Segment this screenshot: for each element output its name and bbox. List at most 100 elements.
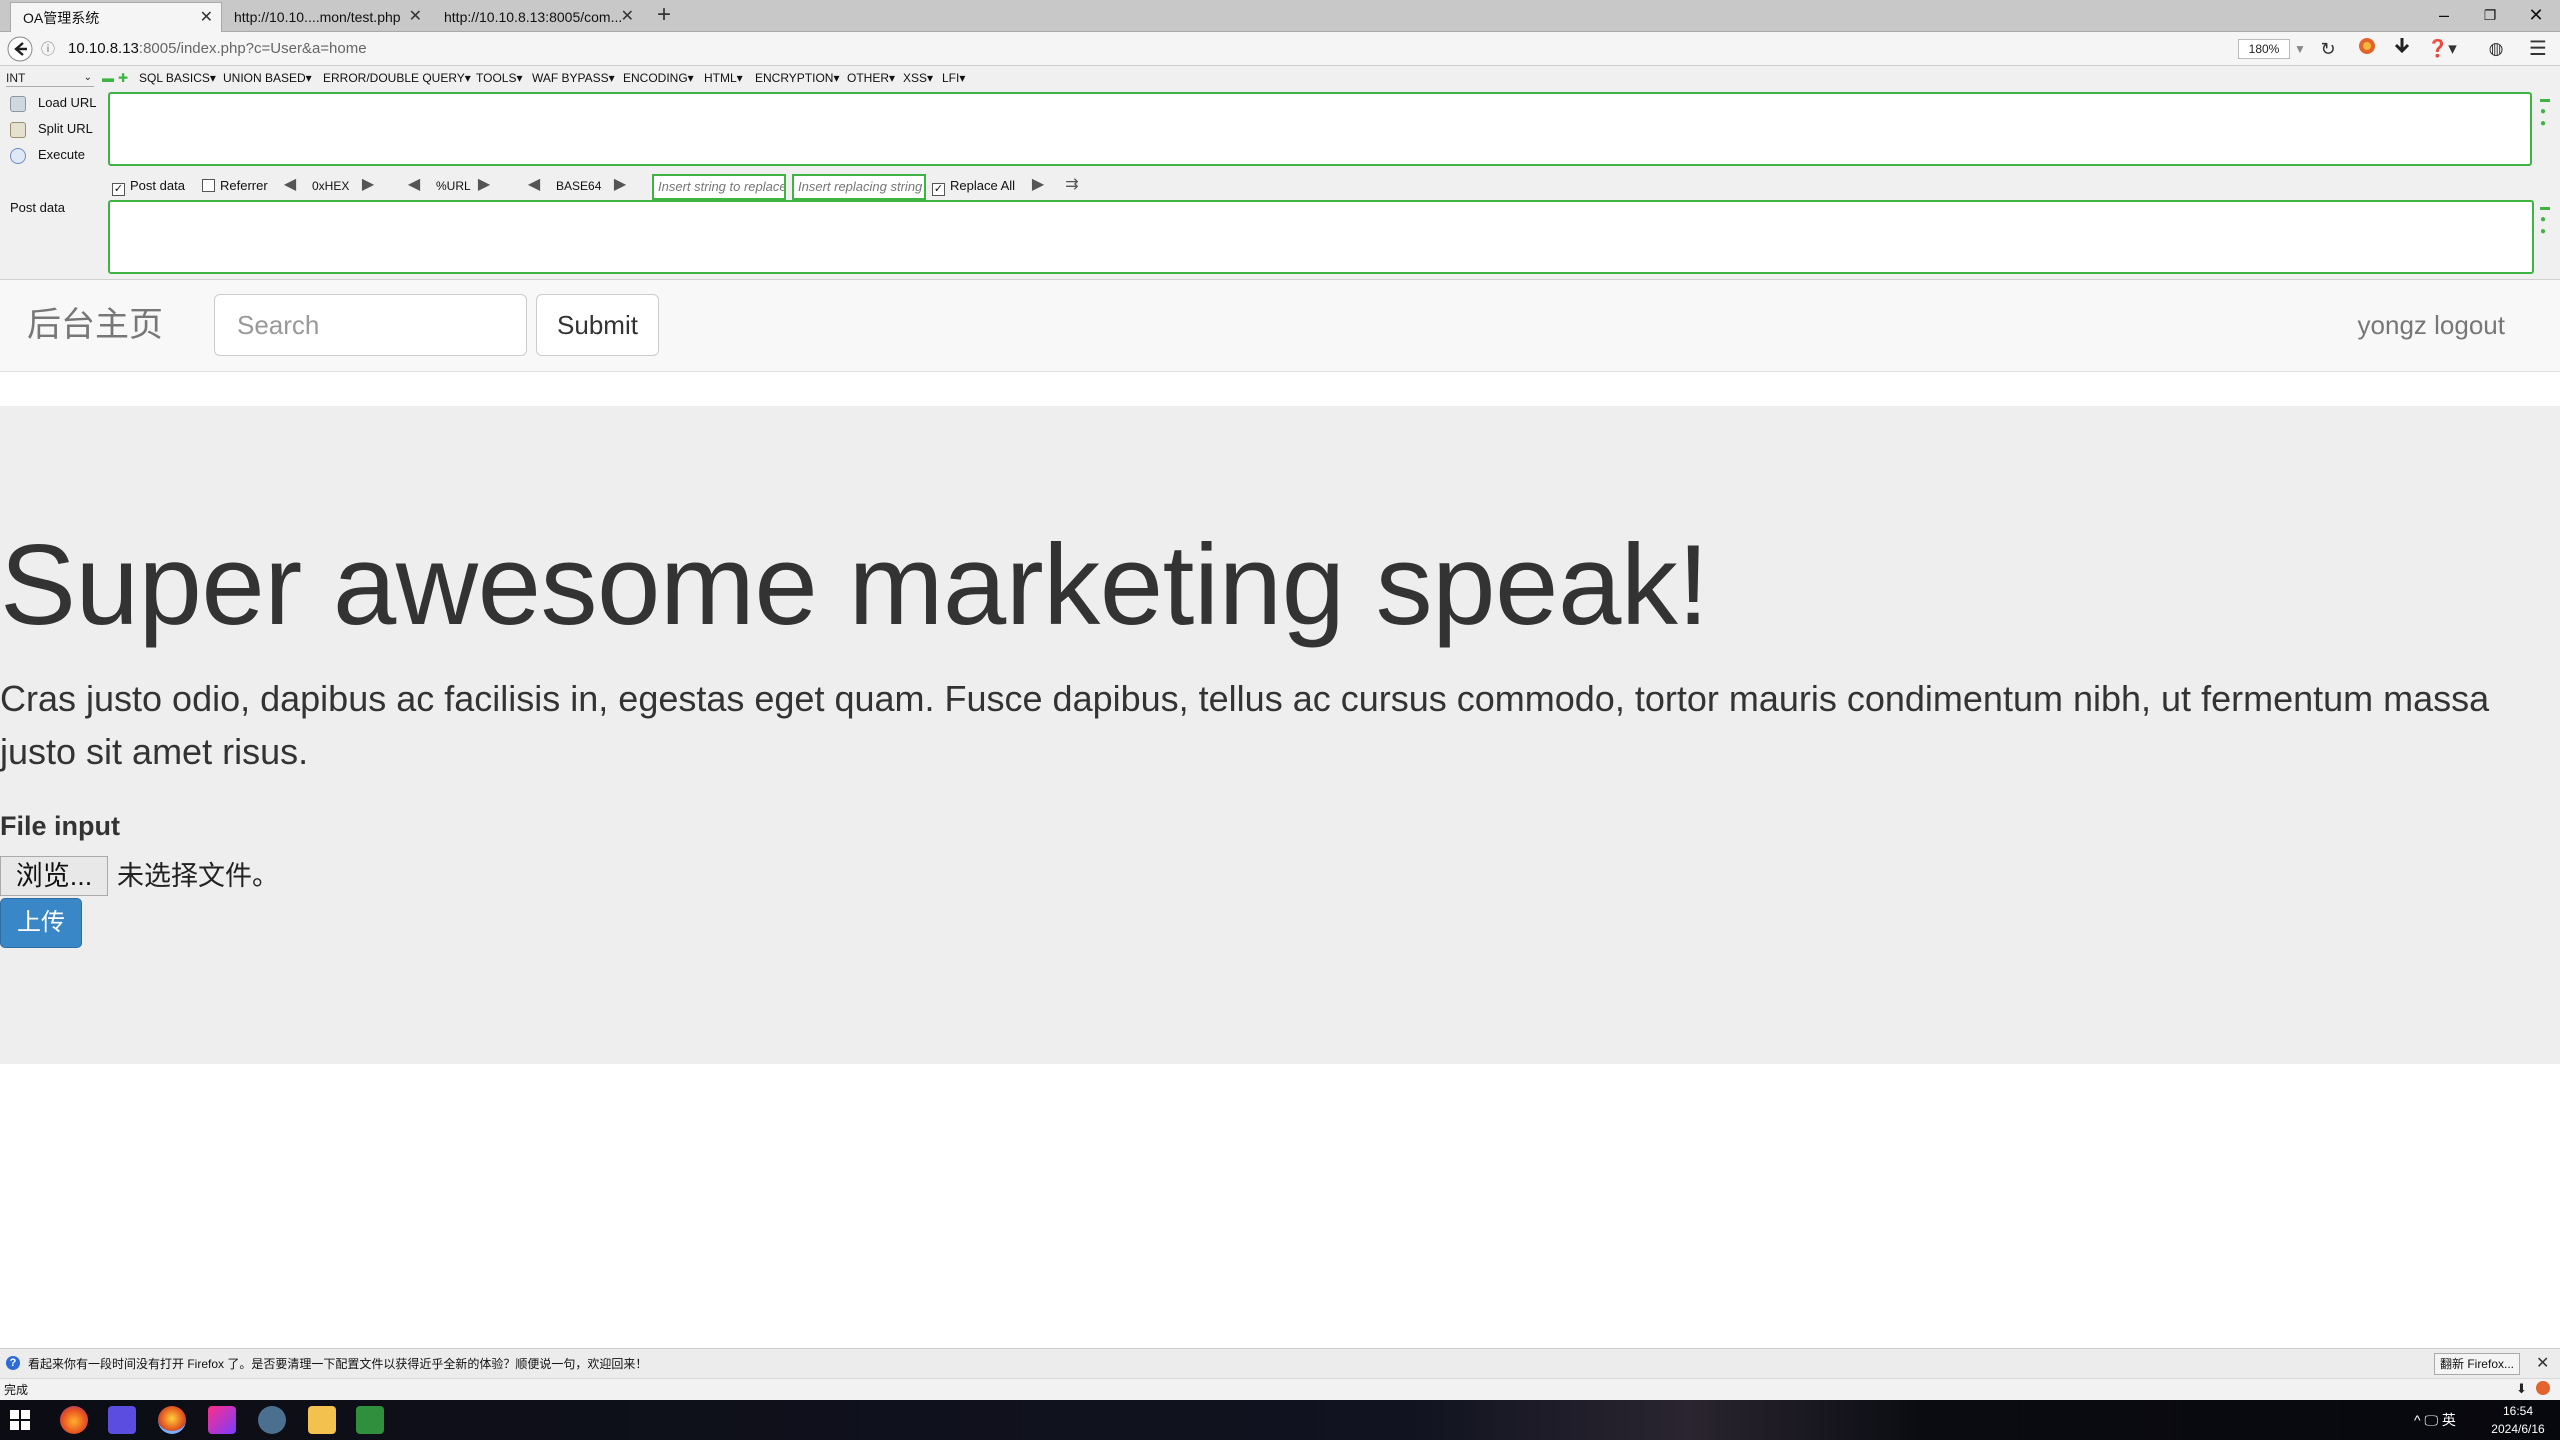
navigation-toolbar: ⓘ 10.10.8.13:8005/index.php?c=User&a=hom… (0, 32, 2560, 66)
checkbox-checked-icon: ✓ (932, 183, 945, 196)
tab-oa-system[interactable]: OA管理系统 ✕ (10, 2, 222, 32)
referrer-checkbox[interactable]: Referrer (202, 178, 268, 194)
post-data-label: Post data (10, 200, 65, 215)
url-bar[interactable]: 10.10.8.13:8005/index.php?c=User&a=home (68, 38, 367, 60)
minus-icon[interactable]: ▬ (102, 70, 114, 86)
load-url-icon (10, 95, 26, 112)
hackbar-panel: INT ⌄ ▬ ✚ SQL BASICS▾ UNION BASED▾ ERROR… (0, 66, 2560, 280)
tab-strip: OA管理系统 ✕ http://10.10....mon/test.php ✕ … (0, 0, 2560, 32)
brand-link[interactable]: 后台主页 (27, 302, 163, 348)
close-icon[interactable]: ✕ (409, 2, 422, 32)
site-navbar: 后台主页 Search Submit yongz logout (0, 280, 2560, 372)
replace-arrow-icon[interactable]: ▶ (1026, 177, 1050, 193)
hackbar-type-select[interactable]: INT ⌄ (6, 69, 94, 87)
url-textarea-grip-icon[interactable]: ▬ ● ● (2540, 94, 2550, 130)
submit-button[interactable]: Submit (536, 294, 659, 356)
download-icon[interactable] (2390, 36, 2414, 62)
replace-with-input[interactable]: Insert replacing string (792, 174, 926, 200)
phpstorm-icon[interactable] (208, 1406, 236, 1434)
restore-button[interactable]: ❐ (2466, 0, 2514, 30)
tab-test-php[interactable]: http://10.10....mon/test.php ✕ (222, 2, 430, 32)
menu-error-double-query[interactable]: ERROR/DOUBLE QUERY▾ (323, 70, 471, 86)
browse-button[interactable]: 浏览... (0, 856, 108, 896)
notepad-icon[interactable] (356, 1406, 384, 1434)
menu-union-based[interactable]: UNION BASED▾ (223, 70, 312, 86)
menu-sql-basics[interactable]: SQL BASICS▾ (139, 70, 216, 86)
windows-start-icon[interactable] (10, 1410, 30, 1430)
menu-tools[interactable]: TOOLS▾ (476, 70, 522, 86)
addon-icon[interactable] (2536, 1381, 2550, 1395)
settings-app-icon[interactable] (258, 1406, 286, 1434)
menu-xss[interactable]: XSS▾ (903, 70, 933, 86)
menu-encoding[interactable]: ENCODING▾ (623, 70, 694, 86)
clock-date: 2024/6/16 (2491, 1422, 2545, 1436)
url-textarea[interactable] (108, 92, 2532, 166)
menu-encryption[interactable]: ENCRYPTION▾ (755, 70, 839, 86)
menu-lfi[interactable]: LFI▾ (942, 70, 965, 86)
post-data-checkbox-label: Post data (130, 178, 185, 193)
load-url-label: Load URL (38, 95, 97, 110)
execute-button[interactable]: Execute (10, 144, 85, 166)
user-logout-link[interactable]: yongz logout (2358, 302, 2505, 348)
reload-icon[interactable]: ↻ (2316, 36, 2340, 62)
close-icon[interactable]: ✕ (621, 2, 634, 32)
post-data-checkbox[interactable]: ✓ Post data (112, 178, 185, 196)
replace-find-input[interactable]: Insert string to replace (652, 174, 786, 200)
new-tab-button[interactable]: + (651, 2, 677, 30)
page-title: Super awesome marketing speak! (0, 522, 1709, 649)
base64-decode-arrow-icon[interactable]: ◀ (522, 177, 546, 193)
globe-icon[interactable]: ◍ (2484, 36, 2508, 62)
menu-other[interactable]: OTHER▾ (847, 70, 895, 86)
help-menu-icon[interactable]: ❓▾ (2424, 36, 2460, 62)
minimize-button[interactable]: – (2420, 0, 2468, 30)
status-text: 完成 (4, 1383, 29, 1397)
select-value: INT (6, 71, 26, 85)
search-input[interactable]: Search (214, 294, 527, 356)
checkbox-unchecked-icon (202, 179, 215, 192)
menu-waf-bypass[interactable]: WAF BYPASS▾ (532, 70, 615, 86)
firefox-active-icon[interactable] (158, 1406, 186, 1434)
notification-bar: ? 看起来你有一段时间没有打开 Firefox 了。是否要清理一下配置文件以获得… (0, 1348, 2560, 1378)
menu-html[interactable]: HTML▾ (704, 70, 743, 86)
upload-button[interactable]: 上传 (0, 898, 82, 948)
system-tray[interactable]: ^ 🖵 英 (2414, 1412, 2456, 1428)
execute-label: Execute (38, 147, 85, 162)
hex-encode-arrow-icon[interactable]: ▶ (356, 177, 380, 193)
zoom-level[interactable]: 180% (2238, 39, 2290, 59)
base64-encode-arrow-icon[interactable]: ▶ (608, 177, 632, 193)
base64-label: BASE64 (556, 179, 602, 193)
file-explorer-icon[interactable] (308, 1406, 336, 1434)
url-decode-arrow-icon[interactable]: ◀ (402, 177, 426, 193)
hamburger-menu-icon[interactable]: ☰ (2524, 36, 2552, 62)
url-encode-arrow-icon[interactable]: ▶ (472, 177, 496, 193)
refresh-firefox-button[interactable]: 翻新 Firefox... (2434, 1353, 2520, 1375)
load-url-button[interactable]: Load URL (10, 92, 97, 114)
clock-time: 16:54 (2502, 1404, 2534, 1418)
close-icon[interactable]: ✕ (200, 3, 213, 32)
hackbar-menu: INT ⌄ ▬ ✚ SQL BASICS▾ UNION BASED▾ ERROR… (0, 66, 2560, 90)
back-arrow-icon[interactable] (6, 36, 34, 62)
url-path: :8005/index.php?c=User&a=home (138, 40, 367, 57)
clock[interactable]: 16:54 2024/6/16 (2480, 1402, 2556, 1438)
close-window-button[interactable]: ✕ (2512, 0, 2560, 30)
split-url-button[interactable]: Split URL (10, 118, 93, 140)
post-textarea-grip-icon[interactable]: ▬ ● ● (2540, 202, 2550, 238)
tab-common[interactable]: http://10.10.8.13:8005/com... ✕ (432, 2, 642, 32)
post-data-textarea[interactable] (108, 200, 2534, 274)
replace-all-checkbox[interactable]: ✓ Replace All (932, 178, 1015, 196)
app-launcher-icon[interactable] (108, 1406, 136, 1434)
execute-icon (10, 147, 26, 164)
url-encode-label: %URL (436, 179, 471, 193)
replace-all-arrow-icon[interactable]: ⇉ (1060, 177, 1084, 193)
addon-icon[interactable] (2356, 36, 2378, 62)
split-url-icon (10, 121, 26, 138)
info-icon[interactable]: ⓘ (40, 36, 56, 62)
firefox-icon[interactable] (60, 1406, 88, 1434)
chevron-down-icon[interactable]: ▼ (2292, 36, 2308, 62)
close-icon[interactable]: ✕ (2536, 1354, 2552, 1374)
question-icon: ? (6, 1356, 20, 1370)
download-icon[interactable]: ⬇ (2516, 1381, 2527, 1397)
hex-decode-arrow-icon[interactable]: ◀ (278, 177, 302, 193)
plus-icon[interactable]: ✚ (118, 70, 128, 86)
tab-label: http://10.10.8.13:8005/com... (444, 9, 623, 25)
